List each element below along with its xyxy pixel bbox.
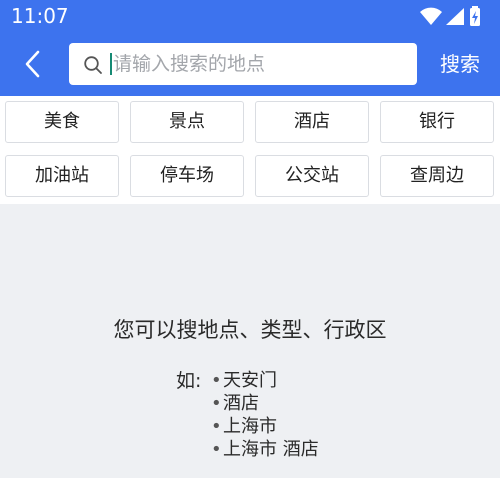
category-gas-station-button[interactable]: 加油站 xyxy=(5,155,119,197)
category-bus-stop-button[interactable]: 公交站 xyxy=(255,155,369,197)
category-bank-button[interactable]: 银行 xyxy=(380,101,494,143)
battery-charging-icon xyxy=(470,6,480,26)
status-time: 11:07 xyxy=(11,4,69,28)
example-item: •上海市 酒店 xyxy=(211,439,319,461)
category-scenic-button[interactable]: 景点 xyxy=(130,101,244,143)
search-input[interactable] xyxy=(113,43,403,85)
back-button[interactable] xyxy=(18,46,48,82)
bullet-icon: • xyxy=(211,370,222,391)
search-box[interactable] xyxy=(69,43,417,85)
status-icons-svg xyxy=(420,6,480,26)
example-text: 上海市 酒店 xyxy=(223,439,319,460)
example-item: •上海市 xyxy=(211,416,277,438)
wifi-icon xyxy=(420,7,442,25)
example-text: 天安门 xyxy=(223,370,277,391)
search-header: 搜索 xyxy=(0,32,500,96)
status-icons xyxy=(420,5,490,27)
example-item: •酒店 xyxy=(211,393,259,415)
examples-prefix: 如: xyxy=(176,370,202,392)
example-text: 上海市 xyxy=(223,416,277,437)
bullet-icon: • xyxy=(211,439,222,460)
bullet-icon: • xyxy=(211,393,222,414)
search-button[interactable]: 搜索 xyxy=(432,49,488,79)
search-hint-title: 您可以搜地点、类型、行政区 xyxy=(113,318,387,342)
category-parking-button[interactable]: 停车场 xyxy=(130,155,244,197)
category-nearby-button[interactable]: 查周边 xyxy=(380,155,494,197)
category-hotel-button[interactable]: 酒店 xyxy=(255,101,369,143)
cellular-signal-icon xyxy=(446,8,464,25)
text-caret xyxy=(110,53,112,75)
bullet-icon: • xyxy=(211,416,222,437)
category-grid: 美食 景点 酒店 银行 加油站 停车场 公交站 查周边 xyxy=(0,96,500,204)
category-food-button[interactable]: 美食 xyxy=(5,101,119,143)
chevron-left-icon xyxy=(25,50,40,78)
status-bar: 11:07 xyxy=(0,0,500,32)
example-item: •天安门 xyxy=(211,370,277,392)
search-icon xyxy=(84,56,102,74)
example-text: 酒店 xyxy=(223,393,259,414)
